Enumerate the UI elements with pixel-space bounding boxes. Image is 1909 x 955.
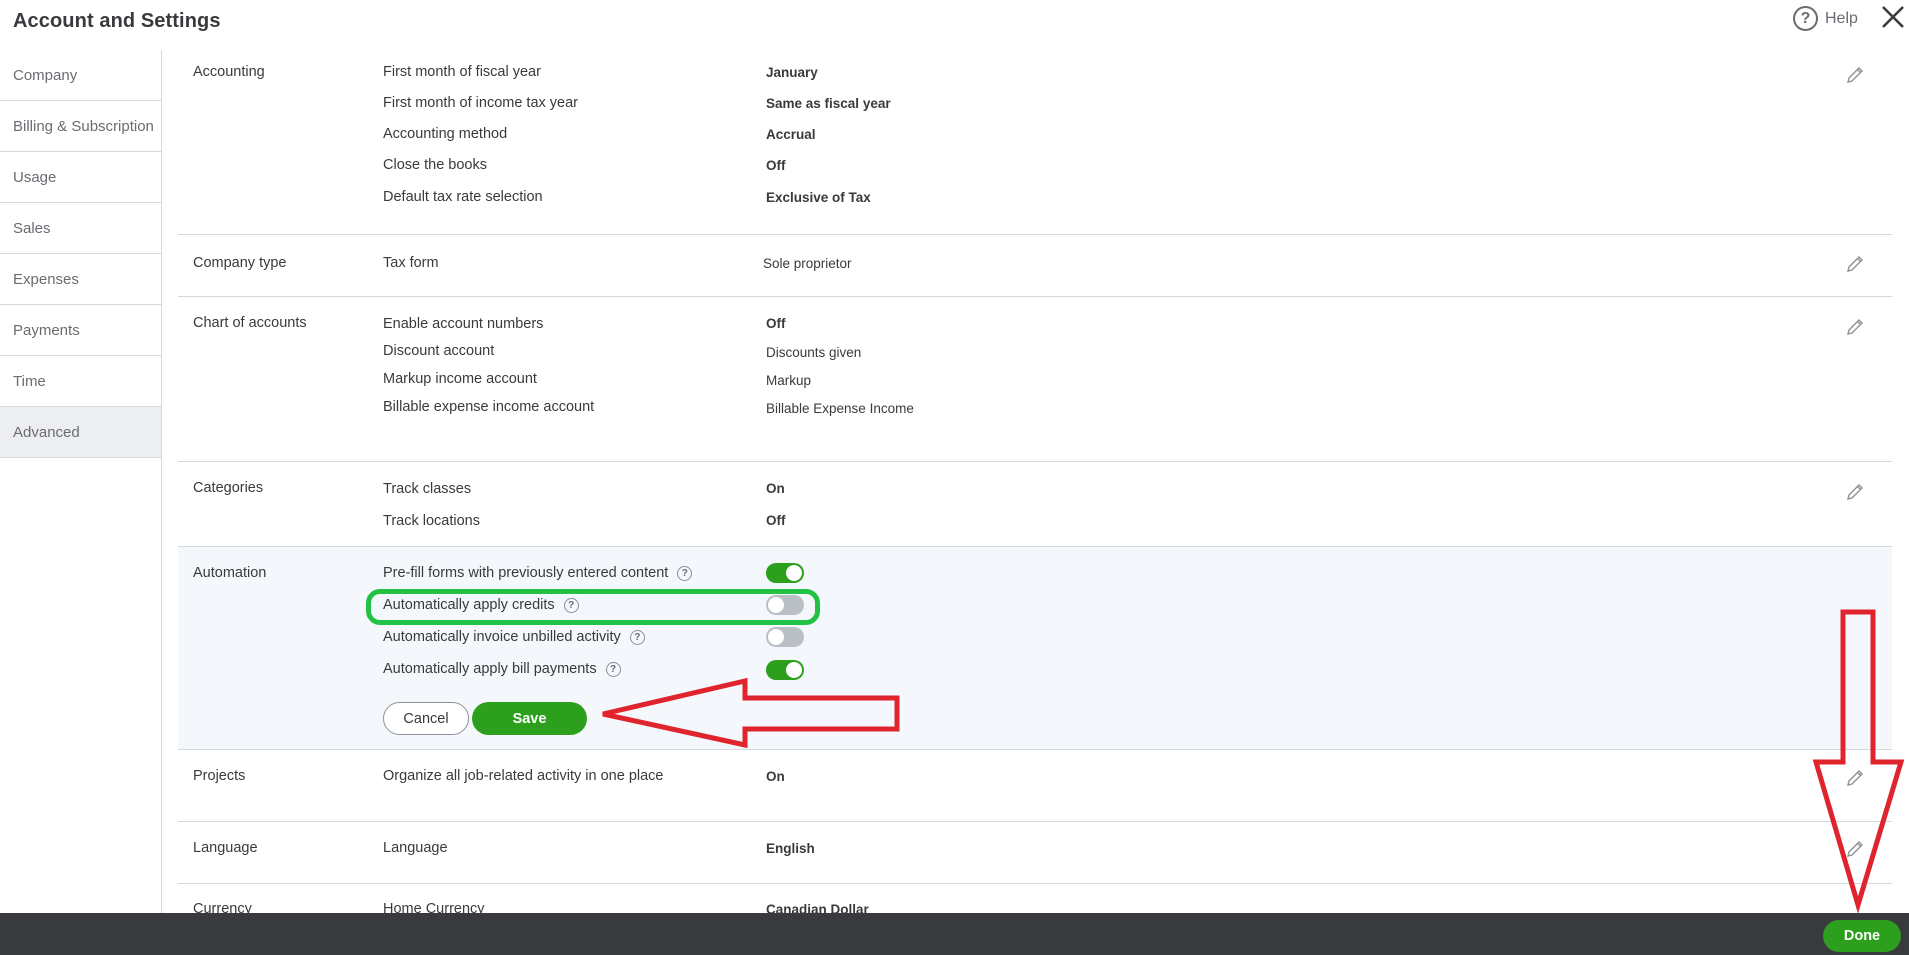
section-title: Company type <box>193 255 287 271</box>
sidebar-item-company[interactable]: Company <box>0 50 161 101</box>
row-value: Accrual <box>766 127 816 142</box>
toggle-invoice-unbilled[interactable] <box>766 627 804 647</box>
automation-option: Pre-fill forms with previously entered c… <box>383 565 693 581</box>
categories-section[interactable]: Categories Track classes On Track locati… <box>178 462 1892 547</box>
chart-of-accounts-section[interactable]: Chart of accounts Enable account numbers… <box>178 297 1892 462</box>
pencil-icon[interactable] <box>1845 839 1865 859</box>
toggle-knob <box>786 565 802 581</box>
toggle-knob <box>786 662 802 678</box>
automation-section: Automation Pre-fill forms with previousl… <box>178 547 1892 750</box>
company-type-section[interactable]: Company type Tax form Sole proprietor <box>178 235 1892 297</box>
toggle-apply-bill-payments[interactable] <box>766 660 804 680</box>
section-title: Currency <box>193 901 252 913</box>
question-circle-icon[interactable]: ? <box>563 597 579 613</box>
settings-sidebar: Company Billing & Subscription Usage Sal… <box>0 50 162 913</box>
row-label: Markup income account <box>383 371 537 387</box>
toggle-apply-credits[interactable] <box>766 595 804 615</box>
row-value: On <box>766 481 785 496</box>
automation-option: Automatically apply credits ? <box>383 597 579 613</box>
projects-section[interactable]: Projects Organize all job-related activi… <box>178 750 1892 822</box>
help-button[interactable]: ? Help <box>1793 6 1858 31</box>
question-circle-icon[interactable]: ? <box>605 661 621 677</box>
pencil-icon[interactable] <box>1845 482 1865 502</box>
row-label: Discount account <box>383 343 495 359</box>
row-value: Off <box>766 513 786 528</box>
currency-section[interactable]: Currency Home Currency Canadian Dollar <box>178 884 1892 913</box>
sidebar-item-billing-subscription[interactable]: Billing & Subscription <box>0 101 161 152</box>
pencil-icon[interactable] <box>1845 317 1865 337</box>
row-label: Language <box>383 840 448 856</box>
accounting-section[interactable]: Accounting First month of fiscal year Ja… <box>178 50 1892 235</box>
question-circle-icon[interactable]: ? <box>629 629 645 645</box>
sidebar-item-advanced[interactable]: Advanced <box>0 407 161 458</box>
question-circle-icon[interactable]: ? <box>677 565 693 581</box>
row-label: Home Currency <box>383 901 485 913</box>
section-title: Language <box>193 840 258 856</box>
page-title: Account and Settings <box>13 10 221 32</box>
pencil-icon[interactable] <box>1845 768 1865 788</box>
option-label: Pre-fill forms with previously entered c… <box>383 565 669 581</box>
row-value: On <box>766 769 785 784</box>
option-label: Automatically apply credits <box>383 597 555 613</box>
section-title: Categories <box>193 480 264 496</box>
row-label: Default tax rate selection <box>383 189 543 205</box>
option-label: Automatically invoice unbilled activity <box>383 629 621 645</box>
row-value: Canadian Dollar <box>766 902 869 913</box>
pencil-icon[interactable] <box>1845 254 1865 274</box>
toggle-knob <box>768 597 784 613</box>
option-label: Automatically apply bill payments <box>383 661 597 677</box>
row-value: Off <box>766 316 786 331</box>
sidebar-item-payments[interactable]: Payments <box>0 305 161 356</box>
row-label: Accounting method <box>383 126 508 142</box>
row-value: English <box>766 841 815 856</box>
toggle-knob <box>768 629 784 645</box>
section-title: Accounting <box>193 64 265 80</box>
row-value: Same as fiscal year <box>766 96 891 111</box>
save-button[interactable]: Save <box>472 702 587 735</box>
close-icon[interactable] <box>1878 2 1908 32</box>
row-value: Markup <box>766 373 812 388</box>
language-section[interactable]: Language Language English <box>178 822 1892 884</box>
cancel-button[interactable]: Cancel <box>383 702 469 735</box>
row-value: Exclusive of Tax <box>766 190 871 205</box>
question-circle-icon: ? <box>1793 6 1818 31</box>
help-label: Help <box>1825 9 1858 27</box>
row-value: Off <box>766 158 786 173</box>
sidebar-item-time[interactable]: Time <box>0 356 161 407</box>
automation-option: Automatically apply bill payments ? <box>383 661 621 677</box>
row-label: Track locations <box>383 513 480 529</box>
row-label: Organize all job-related activity in one… <box>383 768 664 784</box>
row-label: Track classes <box>383 481 472 497</box>
section-title: Projects <box>193 768 246 784</box>
sidebar-item-expenses[interactable]: Expenses <box>0 254 161 305</box>
row-label: Close the books <box>383 157 487 173</box>
section-title: Automation <box>193 565 267 581</box>
sidebar-item-usage[interactable]: Usage <box>0 152 161 203</box>
sidebar-item-sales[interactable]: Sales <box>0 203 161 254</box>
row-label: Enable account numbers <box>383 316 544 332</box>
footer-bar <box>0 913 1909 955</box>
row-value: Billable Expense Income <box>766 401 914 416</box>
toggle-prefill-forms[interactable] <box>766 563 804 583</box>
row-value: Sole proprietor <box>763 256 852 271</box>
done-button[interactable]: Done <box>1823 920 1901 952</box>
automation-option: Automatically invoice unbilled activity … <box>383 629 645 645</box>
settings-content: Accounting First month of fiscal year Ja… <box>178 50 1892 913</box>
row-value: Discounts given <box>766 345 862 360</box>
section-title: Chart of accounts <box>193 315 307 331</box>
row-label: Billable expense income account <box>383 399 595 415</box>
row-value: January <box>766 65 818 80</box>
pencil-icon[interactable] <box>1845 65 1865 85</box>
row-label: First month of fiscal year <box>383 64 541 80</box>
row-label: First month of income tax year <box>383 95 579 111</box>
row-label: Tax form <box>383 255 439 271</box>
